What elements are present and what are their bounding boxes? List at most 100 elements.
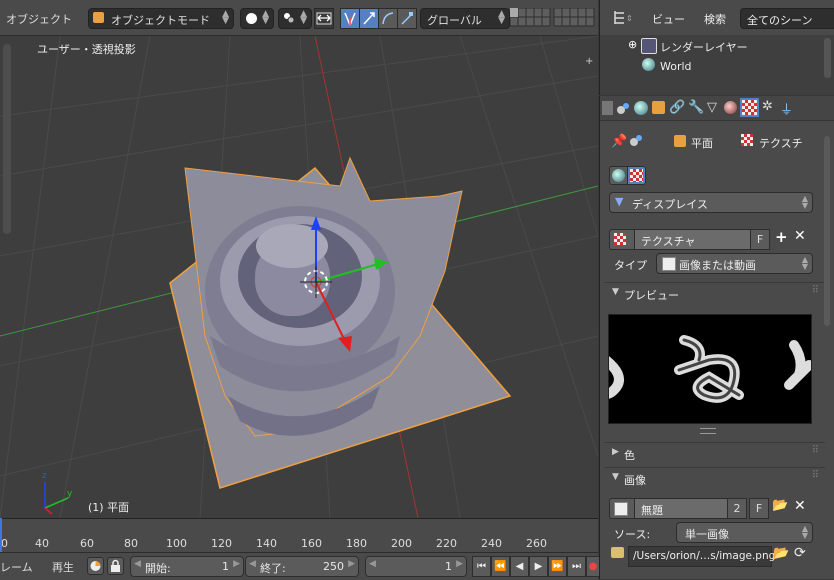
drag-handle-icon[interactable]: ⠿ <box>812 470 819 481</box>
object-tab-icon[interactable] <box>652 101 665 114</box>
timeline-tick: 260 <box>526 537 547 550</box>
material-tab-icon[interactable] <box>724 101 737 114</box>
play-reverse-button[interactable]: ◀ <box>510 556 529 577</box>
scene-breadcrumb-icon <box>629 133 643 147</box>
object-menu[interactable]: オブジェクト <box>6 11 72 27</box>
start-frame-field[interactable]: ◀ 開始: 1 ▶ <box>130 556 244 577</box>
svg-text:z: z <box>42 471 47 481</box>
world-texture-context-button[interactable] <box>609 166 628 185</box>
shading-dropdown[interactable]: ▲ ▼ <box>240 8 274 29</box>
pivot-icon <box>283 12 295 24</box>
texture-name-field[interactable]: テクスチャ <box>634 229 751 250</box>
image-fake-user-button[interactable]: F <box>749 498 769 519</box>
outliner-view-menu[interactable]: ビュー <box>652 11 685 27</box>
playhead[interactable] <box>0 518 2 552</box>
prev-keyframe-button[interactable]: ⏪ <box>491 556 510 577</box>
keying-set-icon[interactable] <box>87 557 104 575</box>
texture-icon <box>630 169 643 182</box>
frame-menu[interactable]: レーム <box>0 559 33 575</box>
outliner: ⇕ ビュー 検索 全てのシーン ⊕ レンダーレイヤー World <box>599 0 834 95</box>
open-folder-icon[interactable]: 📂 <box>772 498 788 513</box>
fake-user-button[interactable]: F <box>750 229 770 250</box>
image-source-dropdown[interactable]: 単一画像 ▲ ▼ <box>676 522 813 543</box>
world-icon <box>642 58 655 71</box>
particles-tab-icon[interactable]: ✲ <box>762 99 773 114</box>
expand-icon[interactable]: ⊕ <box>628 38 637 51</box>
mode-dropdown[interactable]: オブジェクトモード ▲ ▼ <box>88 8 234 29</box>
chevron-right-icon: ▶ <box>456 559 463 569</box>
reload-icon[interactable]: ⟳ <box>794 545 806 561</box>
image-filepath-field[interactable]: /Users/orion/…s/image.png <box>628 546 775 567</box>
record-button[interactable]: ● <box>586 556 600 577</box>
3d-viewport[interactable]: z y ユーザー・透視投影 (1) 平面 + <box>0 36 598 518</box>
breadcrumb-texture: テクスチ <box>759 137 803 150</box>
image-name-field[interactable]: 無題 <box>634 498 728 519</box>
color-panel-header[interactable]: ▶ 色 ⠿ <box>604 442 825 465</box>
tool-shelf-edge[interactable] <box>3 44 11 234</box>
manipulator-toggle[interactable] <box>314 8 334 29</box>
constraint-tab-icon[interactable]: 🔗 <box>669 100 685 115</box>
render-layer-tab-icon[interactable] <box>616 101 630 115</box>
unlink-texture-icon[interactable]: ✕ <box>794 228 806 244</box>
modifier-wrench-icon[interactable]: 🔧 <box>688 100 704 115</box>
unlink-image-icon[interactable]: ✕ <box>794 498 806 514</box>
package-icon[interactable] <box>611 547 624 558</box>
timeline-tick: 80 <box>124 537 138 550</box>
outliner-item-world[interactable]: World <box>660 60 692 73</box>
texture-slot-dropdown[interactable]: ▼ ディスプレイス ▲ ▼ <box>609 192 813 213</box>
chevron-left-icon: ◀ <box>134 559 141 569</box>
play-button[interactable]: ▶ <box>529 556 548 577</box>
physics-tab-icon[interactable]: ⏚ <box>780 99 793 118</box>
drag-handle-icon[interactable]: ⠿ <box>812 285 819 296</box>
outliner-search-menu[interactable]: 検索 <box>704 11 726 27</box>
browse-file-icon[interactable]: 📂 <box>773 546 789 561</box>
updown-arrows-icon: ▲ ▼ <box>801 255 808 271</box>
scale-manipulator-button[interactable] <box>378 8 398 29</box>
texture-tab-icon[interactable] <box>740 98 759 117</box>
collapse-triangle-icon: ▼ <box>612 287 619 297</box>
timeline-tick: 220 <box>436 537 457 550</box>
texture-browse-button[interactable] <box>609 229 635 250</box>
rotate-manipulator-button[interactable] <box>359 8 379 29</box>
playback-menu[interactable]: 再生 <box>52 559 74 575</box>
pin-icon[interactable]: 📌 <box>611 134 627 149</box>
updown-arrows-icon: ▲ ▼ <box>300 9 307 26</box>
editor-type-icon[interactable] <box>602 101 613 115</box>
breadcrumb-object: 平面 <box>691 137 713 150</box>
current-frame-field[interactable]: ◀ 1 ▶ <box>365 556 467 577</box>
jump-end-button[interactable]: ⏭ <box>567 556 586 577</box>
pivot-dropdown[interactable]: ▲ ▼ <box>278 8 312 29</box>
drag-handle-icon[interactable]: ⠿ <box>812 445 819 456</box>
scene-filter-dropdown[interactable]: 全てのシーン <box>740 8 834 29</box>
orientation-dropdown[interactable]: グローバル ▲ ▼ <box>420 8 510 29</box>
image-browse-button[interactable] <box>609 498 635 519</box>
plus-icon[interactable]: + <box>585 56 593 67</box>
texture-breadcrumb-icon <box>741 134 753 146</box>
viewport-header: オブジェクト オブジェクトモード ▲ ▼ ▲ ▼ ▲ ▼ グローバル ▲ ▼ <box>0 0 598 36</box>
transform-manipulator-button[interactable] <box>397 8 417 29</box>
preview-resize-handle[interactable] <box>700 428 716 434</box>
lock-icon[interactable] <box>107 557 124 575</box>
updown-arrows-icon: ▲ ▼ <box>801 194 808 210</box>
next-keyframe-button[interactable]: ⏩ <box>548 556 567 577</box>
texture-type-dropdown[interactable]: 画像または動画 ▲ ▼ <box>656 253 813 274</box>
chevron-right-icon: ▶ <box>233 559 240 569</box>
image-panel-header[interactable]: ▼ 画像 ⠿ <box>604 467 825 490</box>
preview-panel-header[interactable]: ▼ プレビュー ⠿ <box>604 282 825 305</box>
data-tab-icon[interactable]: ▽ <box>707 100 717 115</box>
outliner-editor-icon[interactable]: ⇕ <box>612 9 634 26</box>
timeline-tick: 240 <box>481 537 502 550</box>
properties-scrollbar[interactable] <box>824 136 830 326</box>
render-layers-icon <box>641 38 657 54</box>
texture-preview-image <box>608 314 812 424</box>
layer-buttons[interactable] <box>509 7 595 27</box>
end-frame-field[interactable]: ◀ 終了: 250 ▶ <box>245 556 359 577</box>
outliner-item-render-layer[interactable]: レンダーレイヤー <box>660 39 748 55</box>
outliner-scrollbar[interactable] <box>824 38 831 78</box>
world-tab-icon[interactable] <box>634 101 648 115</box>
new-texture-icon[interactable]: + <box>775 228 788 246</box>
other-texture-context-button[interactable] <box>627 166 646 185</box>
timeline-tick: 160 <box>301 537 322 550</box>
jump-start-button[interactable]: ⏮ <box>472 556 491 577</box>
translate-manipulator-button[interactable] <box>340 8 360 29</box>
